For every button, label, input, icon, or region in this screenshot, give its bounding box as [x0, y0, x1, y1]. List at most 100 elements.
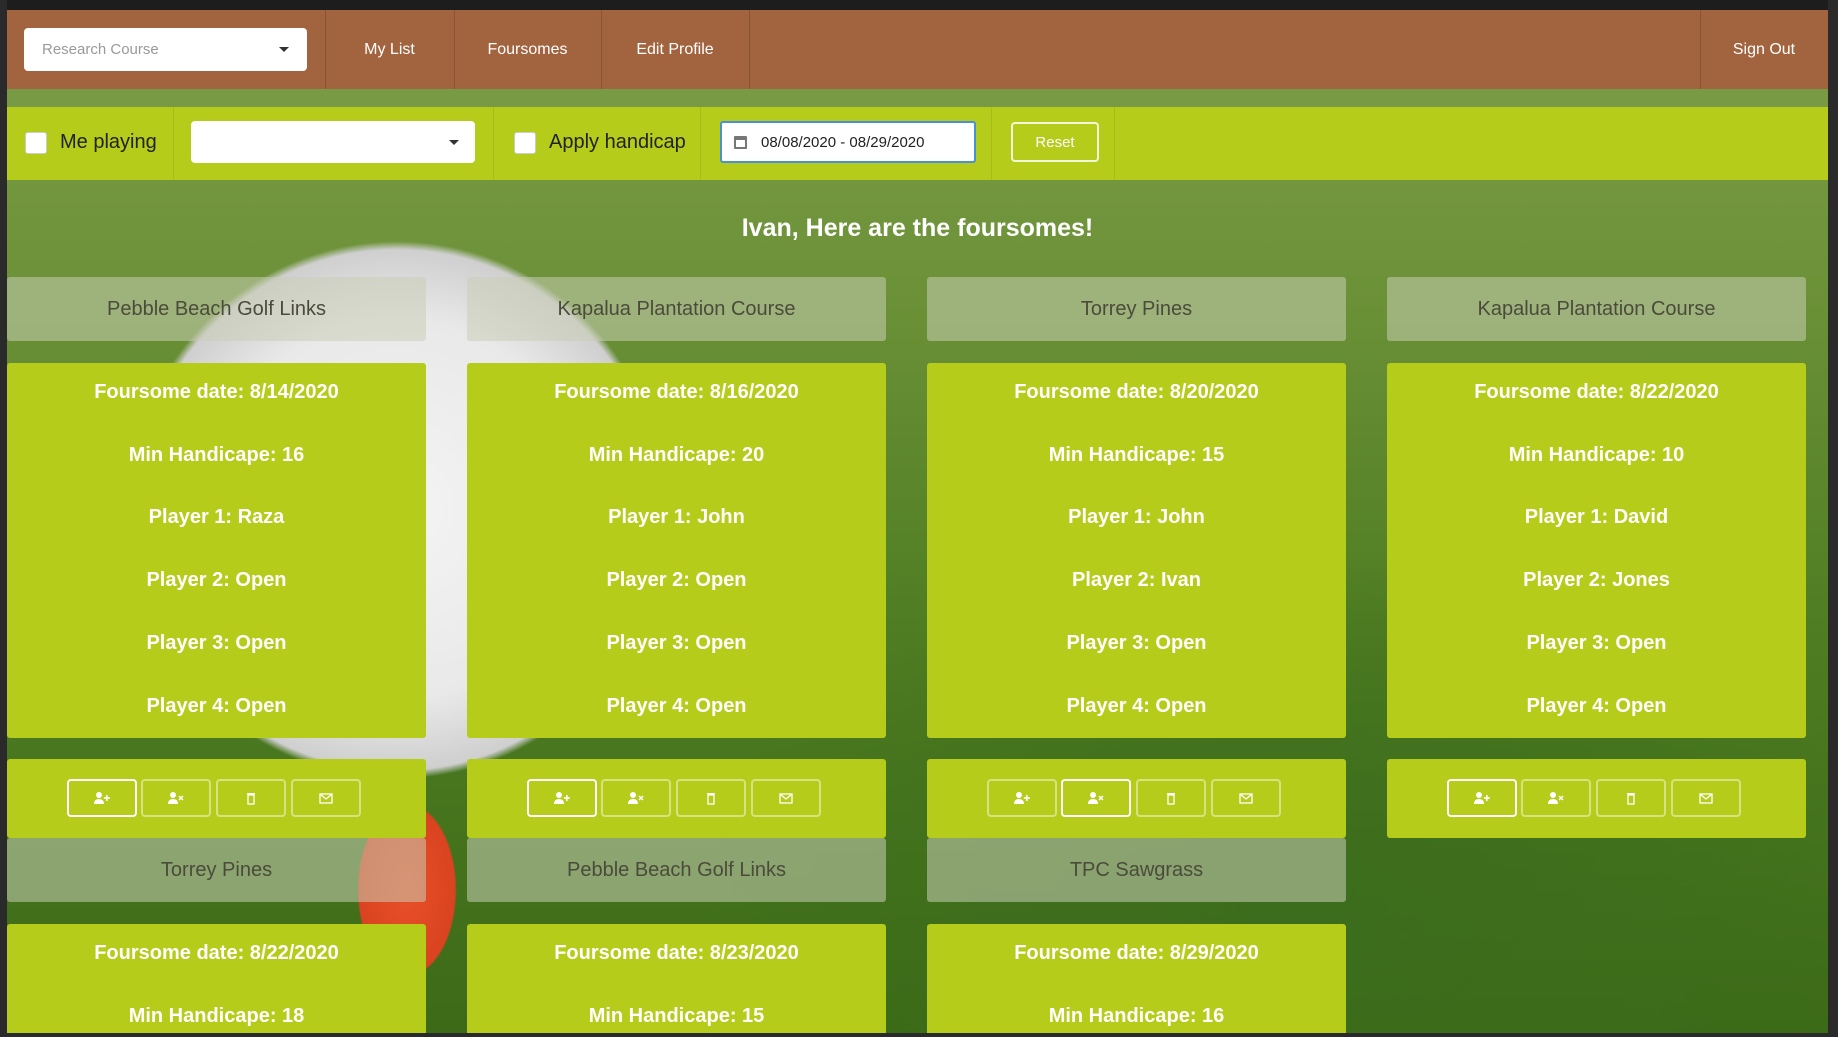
course-name: Pebble Beach Golf Links	[467, 838, 886, 902]
player-3: Player 3: Open	[606, 632, 747, 654]
window-frame-left	[0, 0, 7, 1037]
delete-button[interactable]	[216, 779, 286, 817]
leave-button[interactable]	[1521, 779, 1591, 817]
filter-divider	[173, 107, 174, 180]
date-range-input[interactable]: 08/08/2020 - 08/29/2020	[720, 121, 976, 163]
leave-button[interactable]	[141, 779, 211, 817]
user-plus-icon	[94, 792, 110, 804]
nav-sign-out[interactable]: Sign Out	[1700, 10, 1828, 89]
user-times-icon	[1548, 792, 1564, 804]
course-name: Pebble Beach Golf Links	[7, 277, 426, 341]
foursome-date: Foursome date: 8/14/2020	[94, 381, 339, 403]
page-greeting: Ivan, Here are the foursomes!	[741, 214, 1094, 242]
player-2: Player 2: Open	[146, 569, 287, 591]
me-playing-checkbox[interactable]	[25, 132, 47, 154]
apply-handicap-label: Apply handicap	[549, 131, 686, 153]
me-playing-label: Me playing	[60, 131, 157, 153]
player-1: Player 1: John	[608, 506, 745, 528]
user-times-icon	[1088, 792, 1104, 804]
date-range-value: 08/08/2020 - 08/29/2020	[761, 133, 925, 151]
min-handicap: Min Handicape: 20	[588, 444, 765, 466]
trash-icon	[1627, 793, 1635, 805]
filter-divider	[493, 107, 494, 180]
top-nav: Research Course My List Foursomes Edit P…	[7, 10, 1828, 89]
foursome-actions	[927, 759, 1346, 838]
filter-divider	[1114, 107, 1115, 180]
leave-button[interactable]	[601, 779, 671, 817]
foursome-info: Foursome date: 8/22/2020 Min Handicape: …	[1387, 363, 1806, 738]
player-select[interactable]	[191, 121, 475, 163]
foursome-actions	[467, 759, 886, 838]
course-name: Torrey Pines	[7, 838, 426, 902]
window-frame-right	[1828, 0, 1838, 1037]
envelope-icon	[1699, 793, 1713, 804]
player-1: Player 1: John	[1068, 506, 1205, 528]
user-times-icon	[628, 792, 644, 804]
join-button[interactable]	[527, 779, 597, 817]
foursome-info: Foursome date: 8/22/2020 Min Handicape: …	[7, 924, 426, 1033]
chevron-down-icon	[449, 139, 459, 145]
user-plus-icon	[554, 792, 570, 804]
window-frame-top	[0, 0, 1838, 10]
player-1: Player 1: Raza	[148, 506, 285, 528]
min-handicap: Min Handicape: 16	[128, 444, 305, 466]
research-course-placeholder: Research Course	[42, 41, 159, 58]
foursome-date: Foursome date: 8/29/2020	[1014, 942, 1259, 964]
nav-foursomes[interactable]: Foursomes	[454, 10, 601, 89]
trash-icon	[247, 793, 255, 805]
chevron-down-icon	[279, 47, 289, 52]
player-1: Player 1: David	[1524, 506, 1669, 528]
user-times-icon	[168, 792, 184, 804]
player-2: Player 2: Open	[606, 569, 747, 591]
research-course-select[interactable]: Research Course	[24, 28, 307, 71]
nav-edit-profile[interactable]: Edit Profile	[601, 10, 749, 89]
foursome-info: Foursome date: 8/23/2020 Min Handicape: …	[467, 924, 886, 1033]
email-button[interactable]	[1211, 779, 1281, 817]
join-button[interactable]	[987, 779, 1057, 817]
nav-my-list[interactable]: My List	[325, 10, 454, 89]
min-handicap: Min Handicape: 18	[128, 1005, 305, 1027]
player-3: Player 3: Open	[146, 632, 287, 654]
player-4: Player 4: Open	[146, 695, 287, 717]
email-button[interactable]	[1671, 779, 1741, 817]
envelope-icon	[319, 793, 333, 804]
player-4: Player 4: Open	[1066, 695, 1207, 717]
player-3: Player 3: Open	[1526, 632, 1667, 654]
course-name: Kapalua Plantation Course	[1387, 277, 1806, 341]
trash-icon	[1167, 793, 1175, 805]
foursome-info: Foursome date: 8/14/2020 Min Handicape: …	[7, 363, 426, 738]
delete-button[interactable]	[676, 779, 746, 817]
min-handicap: Min Handicape: 15	[588, 1005, 765, 1027]
foursome-date: Foursome date: 8/23/2020	[554, 942, 799, 964]
player-3: Player 3: Open	[1066, 632, 1207, 654]
min-handicap: Min Handicape: 15	[1048, 444, 1225, 466]
course-name: Torrey Pines	[927, 277, 1346, 341]
user-plus-icon	[1014, 792, 1030, 804]
reset-button[interactable]: Reset	[1011, 122, 1099, 162]
email-button[interactable]	[751, 779, 821, 817]
envelope-icon	[1239, 793, 1253, 804]
foursome-info: Foursome date: 8/29/2020 Min Handicape: …	[927, 924, 1346, 1033]
window-frame-bottom	[0, 1033, 1838, 1037]
filter-bar: Me playing Apply handicap 08/08/2020 - 0…	[7, 107, 1828, 180]
min-handicap: Min Handicape: 10	[1508, 444, 1685, 466]
join-button[interactable]	[67, 779, 137, 817]
calendar-icon	[734, 135, 747, 149]
leave-button[interactable]	[1061, 779, 1131, 817]
foursome-date: Foursome date: 8/22/2020	[1474, 381, 1719, 403]
foursome-actions	[7, 759, 426, 838]
foursome-date: Foursome date: 8/20/2020	[1014, 381, 1259, 403]
player-2: Player 2: Ivan	[1072, 569, 1201, 591]
delete-button[interactable]	[1596, 779, 1666, 817]
course-name: Kapalua Plantation Course	[467, 277, 886, 341]
join-button[interactable]	[1447, 779, 1517, 817]
filter-divider	[991, 107, 992, 180]
delete-button[interactable]	[1136, 779, 1206, 817]
app-window: Research Course My List Foursomes Edit P…	[7, 10, 1828, 1033]
filter-divider	[700, 107, 701, 180]
player-4: Player 4: Open	[606, 695, 747, 717]
user-plus-icon	[1474, 792, 1490, 804]
apply-handicap-checkbox[interactable]	[514, 132, 536, 154]
nav-divider	[749, 10, 750, 89]
email-button[interactable]	[291, 779, 361, 817]
